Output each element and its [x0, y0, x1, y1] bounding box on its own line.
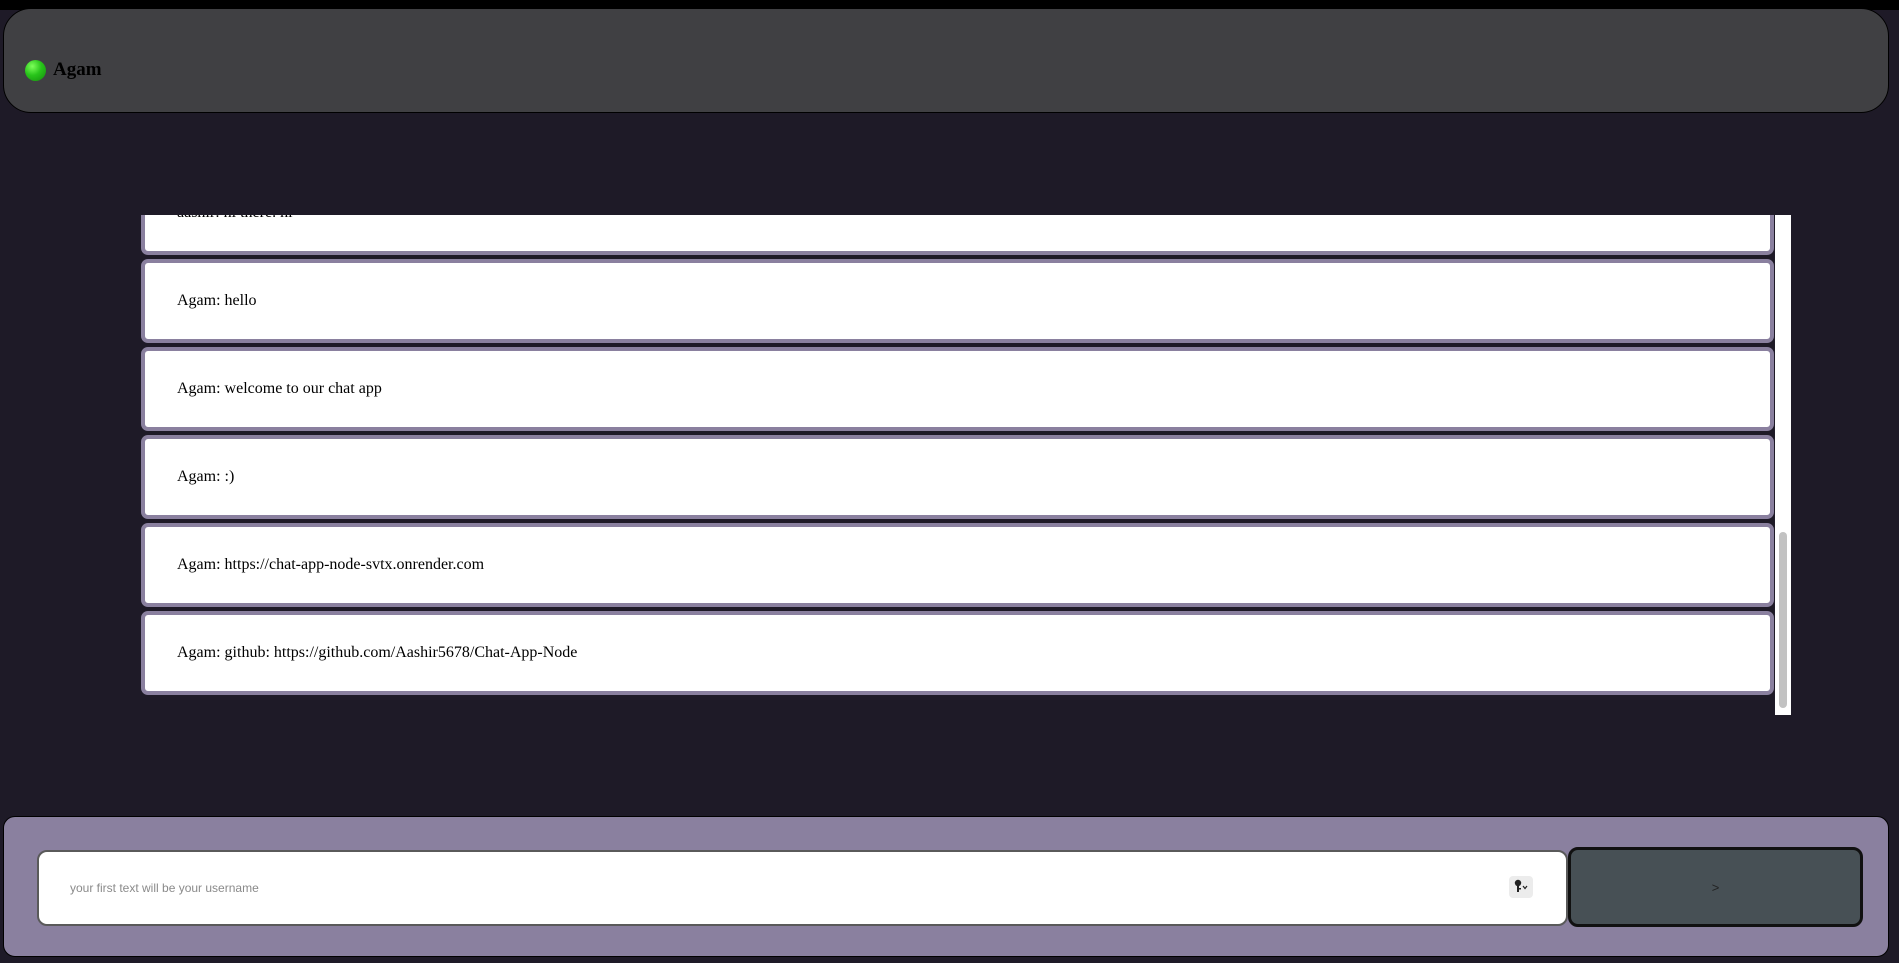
key-icon[interactable] — [1509, 876, 1533, 898]
message-item: Agam: :) — [141, 435, 1774, 519]
message-item: aashir: hi there. hi — [141, 215, 1774, 255]
message-item: Agam: github: https://github.com/Aashir5… — [141, 611, 1774, 695]
message-input[interactable] — [37, 850, 1568, 926]
message-item: Agam: https://chat-app-node-svtx.onrende… — [141, 523, 1774, 607]
key-icon-graphic — [1514, 879, 1528, 892]
message-list-scrollbar[interactable] — [1775, 215, 1791, 715]
message-item: Agam: hello — [141, 259, 1774, 343]
chat-header: Agam — [3, 8, 1889, 113]
online-status-icon — [25, 60, 46, 81]
message-list[interactable]: aashir: hi there. hi Agam: hello Agam: w… — [141, 215, 1791, 715]
message-composer: > — [3, 816, 1889, 957]
message-item: Agam: welcome to our chat app — [141, 347, 1774, 431]
send-button[interactable]: > — [1568, 847, 1863, 927]
scrollbar-thumb[interactable] — [1779, 532, 1787, 708]
message-list-content: aashir: hi there. hi Agam: hello Agam: w… — [141, 215, 1776, 699]
current-username: Agam — [53, 59, 102, 80]
